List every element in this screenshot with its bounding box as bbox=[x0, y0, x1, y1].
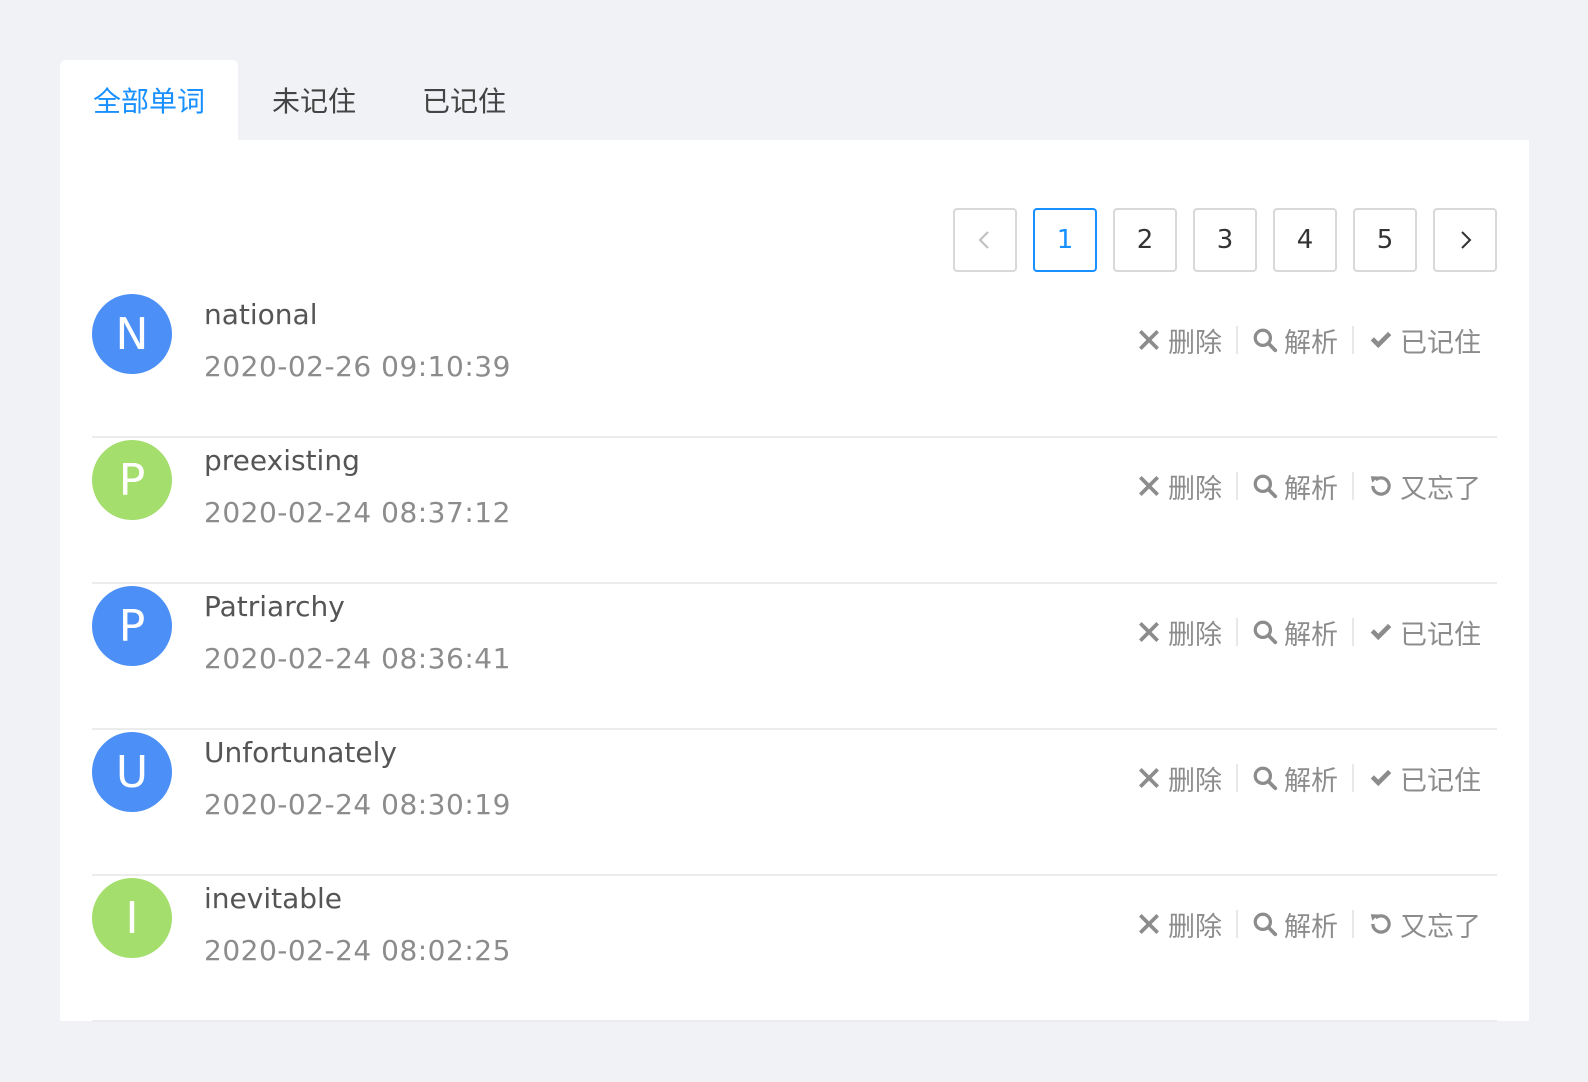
mark-forgot-label: 又忘了 bbox=[1400, 473, 1481, 505]
avatar: I bbox=[92, 878, 172, 958]
undo-icon bbox=[1370, 476, 1391, 496]
page-button-5[interactable]: 5 bbox=[1353, 208, 1417, 272]
close-icon bbox=[1139, 622, 1159, 642]
row-actions: 删除 解析 又忘了 bbox=[1136, 904, 1481, 944]
action-divider bbox=[1236, 618, 1238, 646]
list-item: P preexisting 2020-02-24 08:37:12 删除 解析 bbox=[92, 438, 1497, 584]
action-divider bbox=[1236, 764, 1238, 792]
tab-all-words[interactable]: 全部单词 bbox=[60, 60, 238, 140]
mark-remembered-button[interactable]: 已记住 bbox=[1368, 759, 1481, 798]
close-icon bbox=[1139, 914, 1159, 934]
search-icon bbox=[1253, 328, 1278, 353]
close-icon bbox=[1139, 330, 1159, 350]
mark-remembered-button[interactable]: 已记住 bbox=[1368, 321, 1481, 360]
check-icon bbox=[1370, 331, 1392, 349]
tab-remembered[interactable]: 已记住 bbox=[390, 60, 538, 140]
avatar: U bbox=[92, 732, 172, 812]
analyze-button[interactable]: 解析 bbox=[1252, 321, 1338, 360]
chevron-right-icon bbox=[1461, 231, 1472, 249]
avatar: N bbox=[92, 294, 172, 374]
analyze-button[interactable]: 解析 bbox=[1252, 905, 1338, 944]
word-text[interactable]: Patriarchy bbox=[204, 590, 345, 623]
search-icon bbox=[1253, 766, 1278, 791]
page-button-4[interactable]: 4 bbox=[1273, 208, 1337, 272]
row-actions: 删除 解析 已记住 bbox=[1136, 612, 1481, 652]
word-timestamp: 2020-02-24 08:36:41 bbox=[204, 642, 511, 675]
mark-remembered-button[interactable]: 已记住 bbox=[1368, 613, 1481, 652]
delete-label: 删除 bbox=[1168, 327, 1222, 359]
page-button-1[interactable]: 1 bbox=[1033, 208, 1097, 272]
search-icon bbox=[1253, 620, 1278, 645]
delete-label: 删除 bbox=[1168, 765, 1222, 797]
analyze-label: 解析 bbox=[1284, 911, 1338, 943]
mark-forgot-button[interactable]: 又忘了 bbox=[1368, 905, 1481, 944]
analyze-button[interactable]: 解析 bbox=[1252, 759, 1338, 798]
action-divider bbox=[1352, 764, 1354, 792]
word-list: N national 2020-02-26 09:10:39 删除 解析 已记住… bbox=[92, 292, 1497, 1022]
analyze-button[interactable]: 解析 bbox=[1252, 467, 1338, 506]
analyze-label: 解析 bbox=[1284, 327, 1338, 359]
chevron-left-icon bbox=[978, 231, 989, 249]
word-timestamp: 2020-02-24 08:02:25 bbox=[204, 934, 511, 967]
word-text[interactable]: preexisting bbox=[204, 444, 360, 477]
mark-remembered-label: 已记住 bbox=[1400, 327, 1481, 359]
word-list-panel: 1 2 3 4 5 N national 2020-02-26 09:10:39… bbox=[60, 140, 1529, 1022]
analyze-button[interactable]: 解析 bbox=[1252, 613, 1338, 652]
delete-label: 删除 bbox=[1168, 473, 1222, 505]
pagination: 1 2 3 4 5 bbox=[953, 208, 1497, 272]
delete-label: 删除 bbox=[1168, 619, 1222, 651]
delete-button[interactable]: 删除 bbox=[1136, 759, 1222, 798]
avatar: P bbox=[92, 586, 172, 666]
check-icon bbox=[1370, 623, 1392, 641]
action-divider bbox=[1352, 472, 1354, 500]
word-text[interactable]: Unfortunately bbox=[204, 736, 397, 769]
delete-button[interactable]: 删除 bbox=[1136, 321, 1222, 360]
word-timestamp: 2020-02-24 08:30:19 bbox=[204, 788, 511, 821]
page-button-3[interactable]: 3 bbox=[1193, 208, 1257, 272]
prev-page-button[interactable] bbox=[953, 208, 1017, 272]
list-item: P Patriarchy 2020-02-24 08:36:41 删除 解析 已… bbox=[92, 584, 1497, 730]
mark-forgot-label: 又忘了 bbox=[1400, 911, 1481, 943]
page-button-2[interactable]: 2 bbox=[1113, 208, 1177, 272]
list-item: U Unfortunately 2020-02-24 08:30:19 删除 解… bbox=[92, 730, 1497, 876]
search-icon bbox=[1253, 912, 1278, 937]
delete-button[interactable]: 删除 bbox=[1136, 905, 1222, 944]
mark-remembered-label: 已记住 bbox=[1400, 619, 1481, 651]
analyze-label: 解析 bbox=[1284, 619, 1338, 651]
close-icon bbox=[1139, 476, 1159, 496]
delete-label: 删除 bbox=[1168, 911, 1222, 943]
analyze-label: 解析 bbox=[1284, 473, 1338, 505]
tab-not-remembered[interactable]: 未记住 bbox=[238, 60, 390, 140]
action-divider bbox=[1236, 472, 1238, 500]
analyze-label: 解析 bbox=[1284, 765, 1338, 797]
word-timestamp: 2020-02-24 08:37:12 bbox=[204, 496, 511, 529]
mark-forgot-button[interactable]: 又忘了 bbox=[1368, 467, 1481, 506]
row-actions: 删除 解析 已记住 bbox=[1136, 320, 1481, 360]
action-divider bbox=[1352, 618, 1354, 646]
list-item: N national 2020-02-26 09:10:39 删除 解析 已记住 bbox=[92, 292, 1497, 438]
action-divider bbox=[1352, 326, 1354, 354]
row-actions: 删除 解析 又忘了 bbox=[1136, 466, 1481, 506]
delete-button[interactable]: 删除 bbox=[1136, 467, 1222, 506]
search-icon bbox=[1253, 474, 1278, 499]
next-page-button[interactable] bbox=[1433, 208, 1497, 272]
avatar: P bbox=[92, 440, 172, 520]
action-divider bbox=[1236, 910, 1238, 938]
word-text[interactable]: national bbox=[204, 298, 317, 331]
action-divider bbox=[1352, 910, 1354, 938]
close-icon bbox=[1139, 768, 1159, 788]
word-timestamp: 2020-02-26 09:10:39 bbox=[204, 350, 511, 383]
delete-button[interactable]: 删除 bbox=[1136, 613, 1222, 652]
action-divider bbox=[1236, 326, 1238, 354]
list-item: I inevitable 2020-02-24 08:02:25 删除 解析 又… bbox=[92, 876, 1497, 1022]
check-icon bbox=[1370, 769, 1392, 787]
undo-icon bbox=[1370, 914, 1391, 934]
row-actions: 删除 解析 已记住 bbox=[1136, 758, 1481, 798]
tab-bar: 全部单词 未记住 已记住 bbox=[60, 60, 538, 140]
word-text[interactable]: inevitable bbox=[204, 882, 342, 915]
mark-remembered-label: 已记住 bbox=[1400, 765, 1481, 797]
